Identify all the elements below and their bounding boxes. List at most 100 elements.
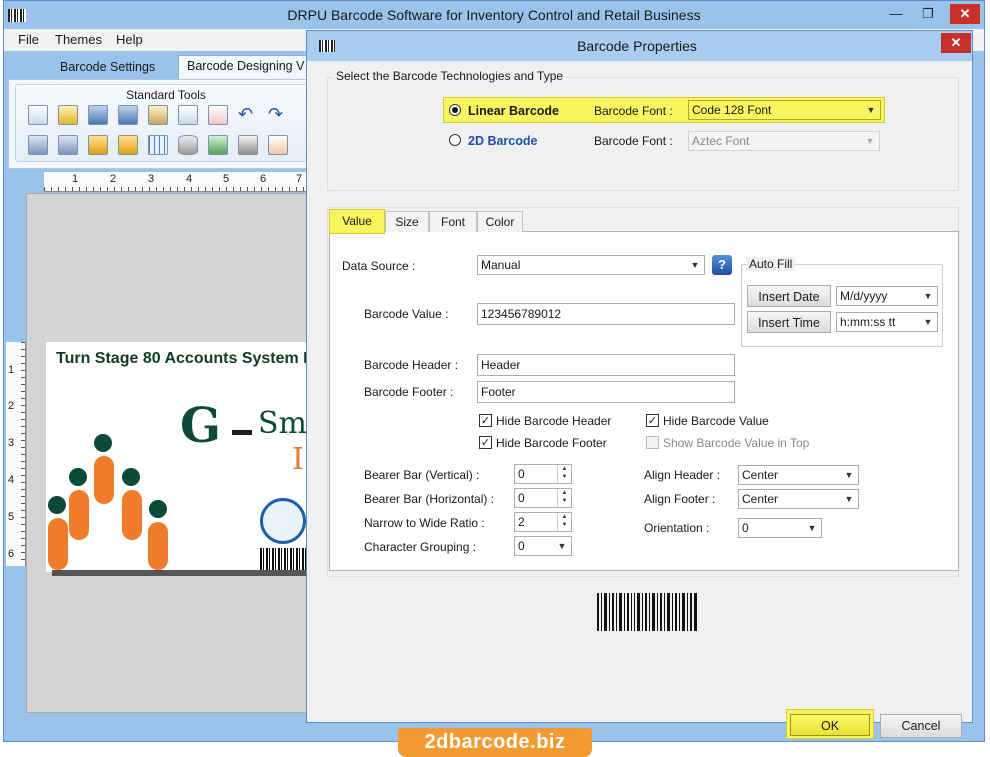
chevron-down-icon: ▼ [557,541,567,551]
chevron-down-icon: ▼ [866,105,876,115]
barcode-label-preview[interactable]: Turn Stage 80 Accounts System Into a G S… [46,342,316,576]
cut-icon[interactable] [178,105,198,125]
hide-header-checkbox[interactable]: ✓ [479,414,492,427]
ruler-number: 3 [148,173,155,185]
time-format-dropdown[interactable]: h:mm:ss tt ▼ [836,312,938,332]
twod-font-dropdown[interactable]: Aztec Font ▼ [688,131,880,151]
date-format-dropdown[interactable]: M/d/yyyy ▼ [836,286,938,306]
align-header-dropdown[interactable]: Center ▼ [738,465,859,485]
insert-date-button[interactable]: Insert Date [747,285,831,307]
barcode-value-label: Barcode Value : [364,307,449,321]
save-icon[interactable] [88,105,108,125]
ruler-number: 4 [186,173,193,185]
spinner-arrows-icon[interactable]: ▲ ▼ [557,489,571,507]
barcode-value-input[interactable]: 123456789012 [477,303,735,325]
logo-body [69,490,89,540]
auto-fill-title: Auto Fill [746,257,796,271]
header-input[interactable]: Header [477,354,735,376]
logo-body [122,490,142,540]
barcode-preview-image [597,593,697,631]
header-label: Barcode Header : [364,358,459,372]
logo-body [94,456,114,504]
char-grouping-dropdown[interactable]: 0 ▼ [514,536,572,556]
orientation-value: 0 [742,521,749,535]
brand-partial-text: Sm [258,406,307,441]
menu-help[interactable]: Help [116,32,143,47]
chevron-down-icon: ▼ [844,494,854,504]
tab-barcode-designing[interactable]: Barcode Designing V [178,55,318,79]
orientation-dropdown[interactable]: 0 ▼ [738,518,822,538]
linear-barcode-radio[interactable] [449,104,461,116]
label-barcode [260,548,310,570]
linear-font-value: Code 128 Font [692,103,772,117]
print-icon[interactable] [238,135,258,155]
send-back-icon[interactable] [58,135,78,155]
ok-button[interactable]: OK [790,714,870,736]
export-image-icon[interactable] [208,135,228,155]
tab-font[interactable]: Font [429,211,477,232]
chevron-down-icon: ▼ [923,291,933,301]
close-button[interactable]: ✕ [950,4,980,24]
char-grouping-value: 0 [518,539,525,553]
lock-icon[interactable] [88,135,108,155]
value-in-top-label[interactable]: Show Barcode Value in Top [663,436,809,450]
save-as-icon[interactable] [118,105,138,125]
data-source-value: Manual [481,258,521,272]
logo-head [94,434,112,452]
spinner-arrows-icon[interactable]: ▲ ▼ [557,513,571,531]
bring-front-icon[interactable] [28,135,48,155]
unlock-icon[interactable] [118,135,138,155]
hide-footer-checkbox[interactable]: ✓ [479,436,492,449]
bearer-horizontal-spinner[interactable]: 0 ▲ ▼ [514,488,572,508]
value-in-top-checkbox[interactable] [646,436,659,449]
date-format-value: M/d/yyyy [840,289,888,303]
menu-file[interactable]: File [18,32,39,47]
hide-footer-label[interactable]: Hide Barcode Footer [496,436,607,450]
align-footer-dropdown[interactable]: Center ▼ [738,489,859,509]
grid-icon[interactable] [148,135,168,155]
hide-value-label[interactable]: Hide Barcode Value [663,414,769,428]
help-icon[interactable]: ? [712,255,732,275]
data-source-dropdown[interactable]: Manual ▼ [477,255,705,275]
narrow-wide-spinner[interactable]: 2 ▲ ▼ [514,512,572,532]
ruler-number: 7 [296,173,303,185]
open-icon[interactable] [58,105,78,125]
paste-icon[interactable] [148,105,168,125]
restore-button[interactable]: ❐ [916,6,940,24]
dialog-close-button[interactable]: ✕ [941,33,971,53]
twod-barcode-radio[interactable] [449,134,461,146]
label-headline: Turn Stage 80 Accounts System Into a [56,350,316,367]
hide-header-label[interactable]: Hide Barcode Header [496,414,611,428]
spinner-arrows-icon[interactable]: ▲ ▼ [557,465,571,483]
tab-barcode-settings[interactable]: Barcode Settings [52,57,163,79]
hide-value-checkbox[interactable]: ✓ [646,414,659,427]
cancel-button[interactable]: Cancel [880,714,962,738]
insert-time-button[interactable]: Insert Time [747,311,831,333]
chevron-down-icon: ▼ [690,260,700,270]
tab-size[interactable]: Size [385,211,429,232]
linear-font-dropdown[interactable]: Code 128 Font ▼ [688,100,881,120]
bearer-vertical-value: 0 [518,467,525,481]
tab-color[interactable]: Color [477,211,523,232]
logo-body [148,522,168,570]
undo-icon[interactable]: ↶ [238,105,258,125]
title-bar: DRPU Barcode Software for Inventory Cont… [4,1,984,31]
redo-icon[interactable]: ↷ [268,105,288,125]
footer-label: Barcode Footer : [364,385,454,399]
app-barcode-icon [8,9,26,22]
minimize-button[interactable]: — [884,6,908,24]
linear-barcode-label[interactable]: Linear Barcode [468,104,559,118]
twod-barcode-label[interactable]: 2D Barcode [468,134,537,148]
footer-input[interactable]: Footer [477,381,735,403]
menu-themes[interactable]: Themes [55,32,102,47]
bearer-vertical-spinner[interactable]: 0 ▲ ▼ [514,464,572,484]
export-icon[interactable] [268,135,288,155]
dialog-barcode-icon [319,40,335,52]
bearer-horizontal-label: Bearer Bar (Horizontal) : [364,492,495,506]
database-icon[interactable] [178,135,198,155]
app-title: DRPU Barcode Software for Inventory Cont… [287,7,701,23]
tab-value[interactable]: Value [329,209,385,234]
delete-icon[interactable] [208,105,228,125]
new-icon[interactable] [28,105,48,125]
logo-head [48,496,66,514]
